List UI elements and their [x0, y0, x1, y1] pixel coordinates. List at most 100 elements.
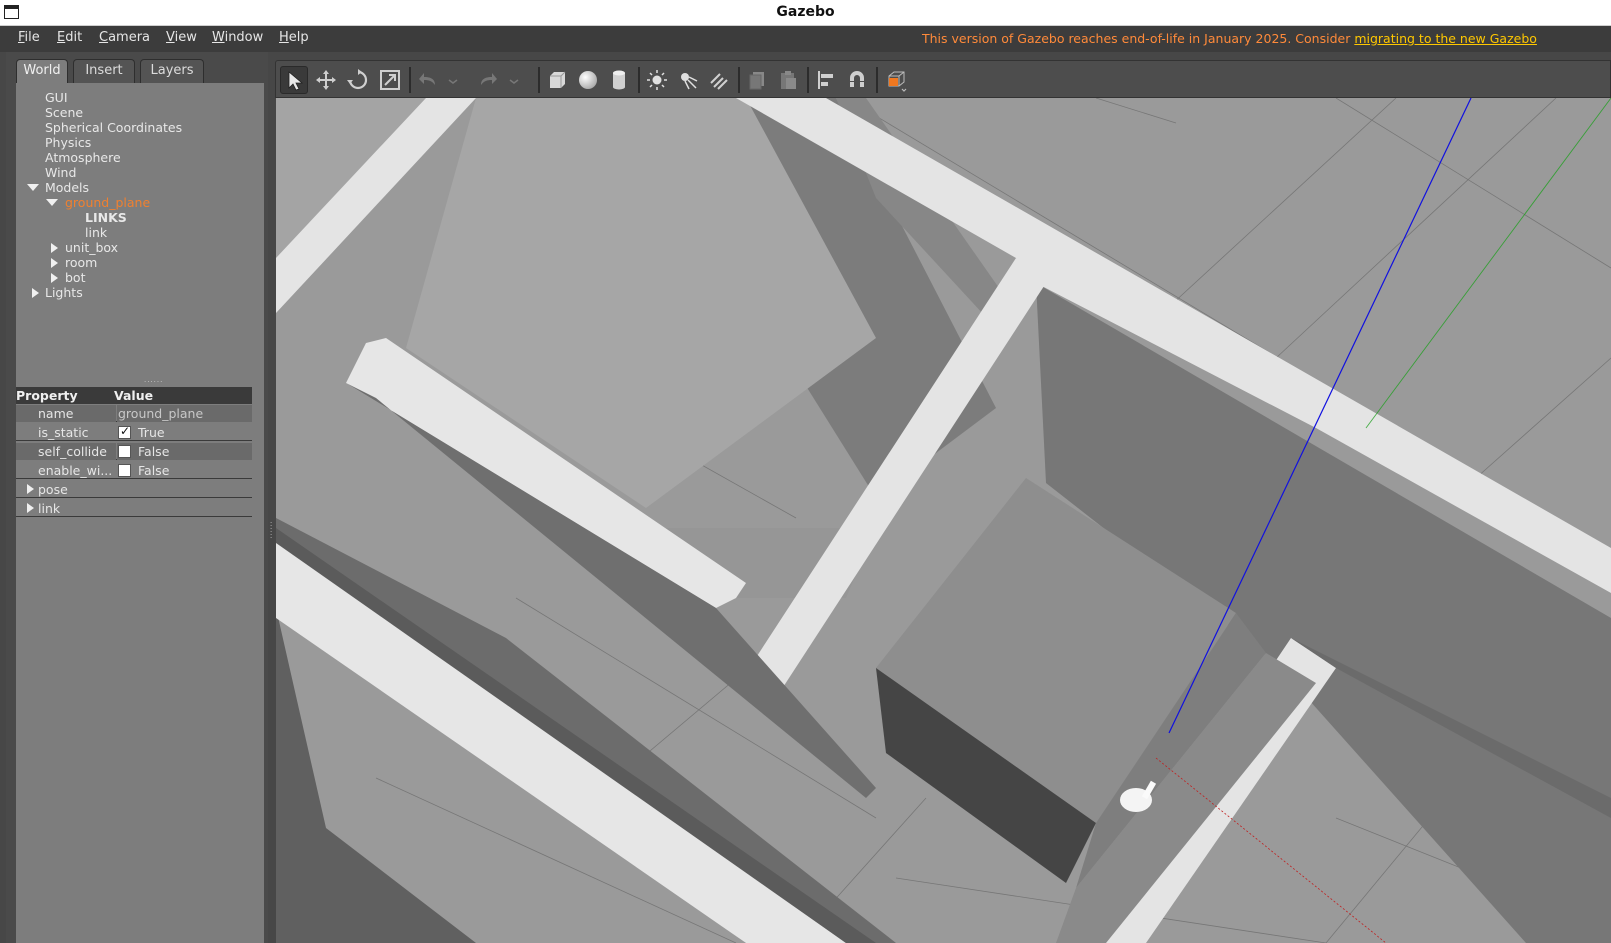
menu-camera[interactable]: Camera — [99, 30, 150, 45]
eol-notice: This version of Gazebo reaches end-of-li… — [922, 31, 1537, 46]
view-angle-button[interactable] — [881, 66, 909, 94]
property-value: ground_plane — [118, 406, 204, 421]
paste-icon — [781, 71, 796, 89]
view-cube-icon — [888, 71, 907, 92]
cylinder-icon — [613, 70, 625, 90]
rotate-icon — [347, 69, 368, 90]
chevron-down-icon — [509, 79, 519, 84]
unit-box-expand-icon[interactable] — [51, 243, 58, 253]
undo-button[interactable] — [414, 66, 442, 94]
spotlight-icon — [681, 73, 698, 90]
box-shape-button[interactable] — [543, 66, 571, 94]
is-static-checkbox[interactable] — [118, 424, 131, 439]
directional-light-button[interactable] — [705, 66, 733, 94]
property-column-header: Property — [16, 388, 78, 403]
undo-icon — [419, 73, 435, 85]
models-expand-icon[interactable] — [27, 184, 39, 191]
property-row-self-collide[interactable]: self_collide False — [16, 443, 252, 460]
menu-window[interactable]: Window — [212, 30, 263, 45]
ground-plane-expand-icon[interactable] — [46, 199, 58, 206]
menu-help[interactable]: Help — [279, 30, 309, 45]
directional-light-icon — [710, 73, 728, 90]
property-row-name[interactable]: name ground_plane — [16, 405, 252, 422]
sphere-shape-button[interactable] — [574, 66, 602, 94]
room-expand-icon[interactable] — [51, 258, 58, 268]
scene-render[interactable] — [276, 98, 1611, 943]
tree-item-gui[interactable]: GUI — [45, 90, 68, 105]
align-button[interactable] — [812, 66, 840, 94]
tree-item-room[interactable]: room — [65, 255, 97, 270]
menubar: File Edit Camera View Window Help This v… — [0, 26, 1611, 52]
redo-button[interactable] — [474, 66, 502, 94]
property-group-pose[interactable]: pose — [16, 481, 252, 498]
property-value: True — [138, 425, 165, 440]
tree-item-ground-plane[interactable]: ground_plane — [65, 195, 150, 210]
link-expand-icon[interactable] — [27, 503, 34, 513]
magnet-icon — [850, 71, 864, 87]
property-row-enable-wind[interactable]: enable_wi... False — [16, 462, 252, 479]
box-icon — [550, 71, 566, 88]
scale-mode-button[interactable] — [376, 66, 404, 94]
menu-view[interactable]: View — [166, 30, 197, 45]
window-title: Gazebo — [776, 4, 835, 20]
tab-layers[interactable]: Layers — [140, 59, 204, 83]
pose-expand-icon[interactable] — [27, 484, 34, 494]
translate-mode-button[interactable] — [312, 66, 340, 94]
tree-item-scene[interactable]: Scene — [45, 105, 83, 120]
snap-button[interactable] — [843, 66, 871, 94]
bot-expand-icon[interactable] — [51, 273, 58, 283]
rotate-mode-button[interactable] — [344, 66, 372, 94]
property-group-link[interactable]: link — [16, 500, 252, 517]
window-titlebar: Gazebo — [0, 0, 1611, 26]
tree-item-bot[interactable]: bot — [65, 270, 85, 285]
tree-item-link[interactable]: link — [85, 225, 107, 240]
redo-history-dropdown[interactable] — [505, 66, 521, 94]
left-panel: World Insert Layers GUI Scene Spherical … — [6, 52, 268, 943]
property-key: enable_wi... — [38, 463, 113, 478]
tab-insert[interactable]: Insert — [73, 59, 135, 83]
scale-icon — [380, 70, 400, 90]
undo-history-dropdown[interactable] — [444, 66, 460, 94]
cylinder-shape-button[interactable] — [605, 66, 633, 94]
tree-item-models[interactable]: Models — [45, 180, 89, 195]
property-row-is-static[interactable]: is_static True — [16, 424, 252, 441]
enable-wind-checkbox[interactable] — [118, 464, 131, 477]
property-table-header: Property Value — [16, 387, 252, 404]
sphere-icon — [579, 71, 597, 89]
scene-toolbar — [275, 60, 1611, 98]
copy-icon — [749, 72, 764, 90]
select-mode-button[interactable] — [280, 66, 308, 94]
property-key: is_static — [38, 425, 89, 440]
lights-expand-icon[interactable] — [32, 288, 39, 298]
property-key: name — [38, 406, 74, 421]
tree-links-header: LINKS — [85, 210, 127, 225]
copy-button[interactable] — [743, 66, 771, 94]
eol-notice-text: This version of Gazebo reaches end-of-li… — [922, 31, 1355, 46]
migration-link[interactable]: migrating to the new Gazebo — [1354, 31, 1537, 46]
panel-resize-handle[interactable]: · · · · · · — [268, 52, 276, 943]
menu-edit[interactable]: Edit — [57, 30, 82, 45]
tree-item-unit-box[interactable]: unit_box — [65, 240, 118, 255]
redo-icon — [481, 73, 497, 85]
tree-item-spherical-coordinates[interactable]: Spherical Coordinates — [45, 120, 182, 135]
scene-viewport[interactable] — [276, 98, 1611, 943]
property-key: self_collide — [38, 444, 107, 459]
property-value: False — [138, 463, 170, 478]
tree-item-physics[interactable]: Physics — [45, 135, 91, 150]
pointer-icon — [288, 71, 304, 91]
tab-world[interactable]: World — [16, 59, 68, 83]
value-column-header: Value — [114, 388, 154, 403]
menu-file[interactable]: File — [18, 30, 40, 45]
paste-button[interactable] — [774, 66, 802, 94]
tree-item-lights[interactable]: Lights — [45, 285, 83, 300]
point-light-button[interactable] — [643, 66, 671, 94]
sun-icon — [647, 70, 667, 90]
panel-splitter-handle[interactable]: ...... — [144, 376, 163, 384]
world-tree: GUI Scene Spherical Coordinates Physics … — [16, 83, 264, 943]
align-icon — [818, 71, 833, 89]
tree-item-wind[interactable]: Wind — [45, 165, 76, 180]
self-collide-checkbox[interactable] — [118, 445, 131, 458]
move-arrows-icon — [316, 70, 336, 90]
spot-light-button[interactable] — [674, 66, 702, 94]
tree-item-atmosphere[interactable]: Atmosphere — [45, 150, 121, 165]
